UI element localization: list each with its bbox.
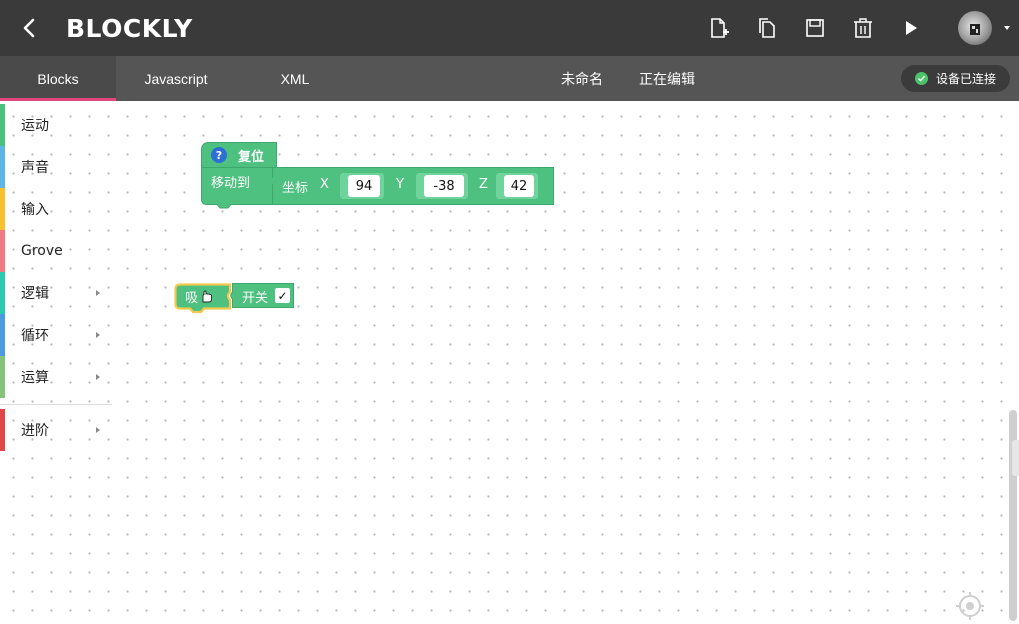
toolbox: 运动 声音 输入 Grove 逻辑 循环 运算 进阶 — [0, 101, 112, 453]
new-file-icon — [711, 18, 729, 38]
suction-label: 吸 — [185, 291, 199, 306]
toolbox-category-input[interactable]: 输入 — [0, 188, 112, 230]
toolbox-divider — [0, 404, 112, 405]
copy-icon — [759, 18, 775, 38]
reset-block[interactable]: ? 复位 — [201, 142, 277, 168]
recenter-button[interactable] — [956, 592, 984, 620]
x-value-field[interactable]: 94 — [348, 175, 380, 197]
category-color-bar — [0, 409, 5, 451]
toolbox-category-loop[interactable]: 循环 — [0, 314, 112, 356]
toolbox-category-sound[interactable]: 声音 — [0, 146, 112, 188]
app-title: BLOCKLY — [66, 13, 193, 43]
toolbox-category-motion[interactable]: 运动 — [0, 104, 112, 146]
switch-label: 开关 — [242, 291, 269, 306]
scrollbar-handle[interactable] — [1012, 440, 1019, 476]
chevron-left-icon — [23, 18, 35, 38]
avatar-image-icon — [970, 24, 980, 35]
tab-javascript[interactable]: Javascript — [118, 56, 234, 101]
move-to-block[interactable]: 移动到 — [201, 167, 274, 209]
avatar[interactable] — [958, 11, 992, 45]
category-label: 运算 — [21, 370, 49, 386]
suction-block[interactable]: 吸 — [174, 283, 232, 314]
category-color-bar — [0, 356, 5, 398]
category-label: 循环 — [21, 328, 49, 344]
edit-status: 正在编辑 — [639, 71, 695, 88]
category-label: 声音 — [21, 160, 49, 176]
y-value-field[interactable]: -38 — [424, 175, 464, 197]
coordinate-label: 坐标 — [282, 181, 309, 196]
hand-cursor-icon — [202, 290, 212, 303]
toolbox-category-logic[interactable]: 逻辑 — [0, 272, 112, 314]
category-label: 逻辑 — [21, 286, 49, 302]
toolbox-category-advanced[interactable]: 进阶 — [0, 409, 112, 451]
chevron-right-icon — [96, 427, 100, 433]
toolbox-category-math[interactable]: 运算 — [0, 356, 112, 398]
save-button[interactable] — [803, 16, 827, 40]
reset-block-label: 复位 — [238, 150, 265, 165]
z-value-field[interactable]: 42 — [504, 175, 534, 197]
switch-checkbox[interactable]: ✓ — [275, 288, 290, 303]
file-name[interactable]: 未命名 — [561, 56, 603, 101]
category-label: 运动 — [21, 118, 49, 134]
chevron-right-icon — [96, 332, 100, 338]
check-circle-icon — [915, 72, 928, 85]
y-label: Y — [396, 177, 404, 192]
chevron-right-icon — [96, 374, 100, 380]
new-file-button[interactable] — [707, 16, 731, 40]
run-icon — [906, 21, 917, 35]
category-label: 进阶 — [21, 423, 49, 439]
save-icon — [806, 19, 824, 37]
switch-block[interactable]: 开关 ✓ — [228, 283, 294, 308]
category-color-bar — [0, 272, 5, 314]
tab-blocks[interactable]: Blocks — [0, 56, 116, 101]
tab-bar: Blocks Javascript XML 未命名 正在编辑 设备已连接 — [0, 56, 1019, 101]
run-button[interactable] — [899, 16, 923, 40]
copy-button[interactable] — [755, 16, 779, 40]
delete-button[interactable] — [851, 16, 875, 40]
delete-icon — [854, 18, 872, 38]
category-color-bar — [0, 104, 5, 146]
avatar-menu-caret-icon[interactable] — [1004, 26, 1010, 30]
tab-xml[interactable]: XML — [237, 56, 353, 101]
category-color-bar — [0, 146, 5, 188]
move-to-label: 移动到 — [211, 176, 251, 191]
crosshair-icon — [956, 592, 984, 620]
chevron-right-icon — [96, 290, 100, 296]
coordinate-block[interactable]: 坐标 X 94 Y -38 Z 42 — [272, 167, 554, 205]
category-color-bar — [0, 230, 5, 272]
category-label: Grove — [21, 243, 63, 259]
connection-status-label: 设备已连接 — [936, 72, 997, 86]
x-label: X — [320, 177, 329, 192]
z-label: Z — [479, 177, 488, 192]
category-color-bar — [0, 314, 5, 356]
back-button[interactable] — [0, 0, 58, 56]
help-icon[interactable]: ? — [211, 147, 227, 163]
category-color-bar — [0, 188, 5, 230]
connection-status-badge[interactable]: 设备已连接 — [901, 65, 1010, 92]
category-label: 输入 — [21, 202, 49, 218]
toolbox-category-grove[interactable]: Grove — [0, 230, 112, 272]
